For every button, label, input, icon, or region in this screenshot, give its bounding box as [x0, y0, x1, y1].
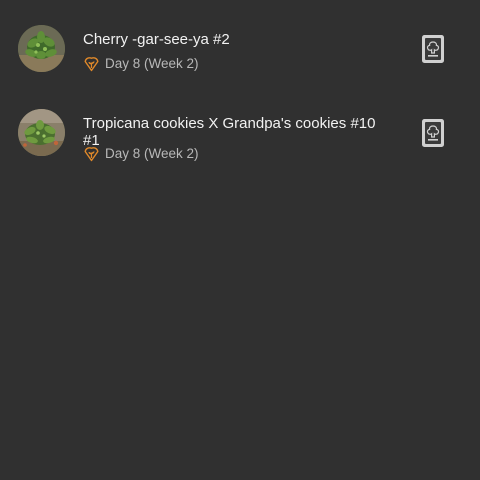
plant-photo-avatar[interactable]	[18, 25, 65, 72]
sprout-stage-icon	[83, 145, 100, 162]
plant-name: Cherry -gar-see-ya #2	[83, 31, 230, 48]
plant-meta: Day 8 (Week 2)	[83, 54, 199, 72]
plant-age: Day 8 (Week 2)	[105, 145, 199, 161]
list-item-plant-2[interactable]: Tropicana cookies X Grandpa's cookies #1…	[0, 98, 480, 168]
plant-list-screen: Cherry -gar-see-ya #2 Day 8 (Week 2) Tro…	[0, 0, 480, 480]
plant-meta: Day 8 (Week 2)	[83, 144, 199, 162]
grow-diary-icon[interactable]	[421, 118, 445, 148]
plant-photo-avatar[interactable]	[18, 109, 65, 156]
sprout-stage-icon	[83, 55, 100, 72]
list-item-plant-1[interactable]: Cherry -gar-see-ya #2 Day 8 (Week 2)	[0, 14, 480, 84]
grow-diary-icon[interactable]	[421, 34, 445, 64]
plant-age: Day 8 (Week 2)	[105, 55, 199, 71]
